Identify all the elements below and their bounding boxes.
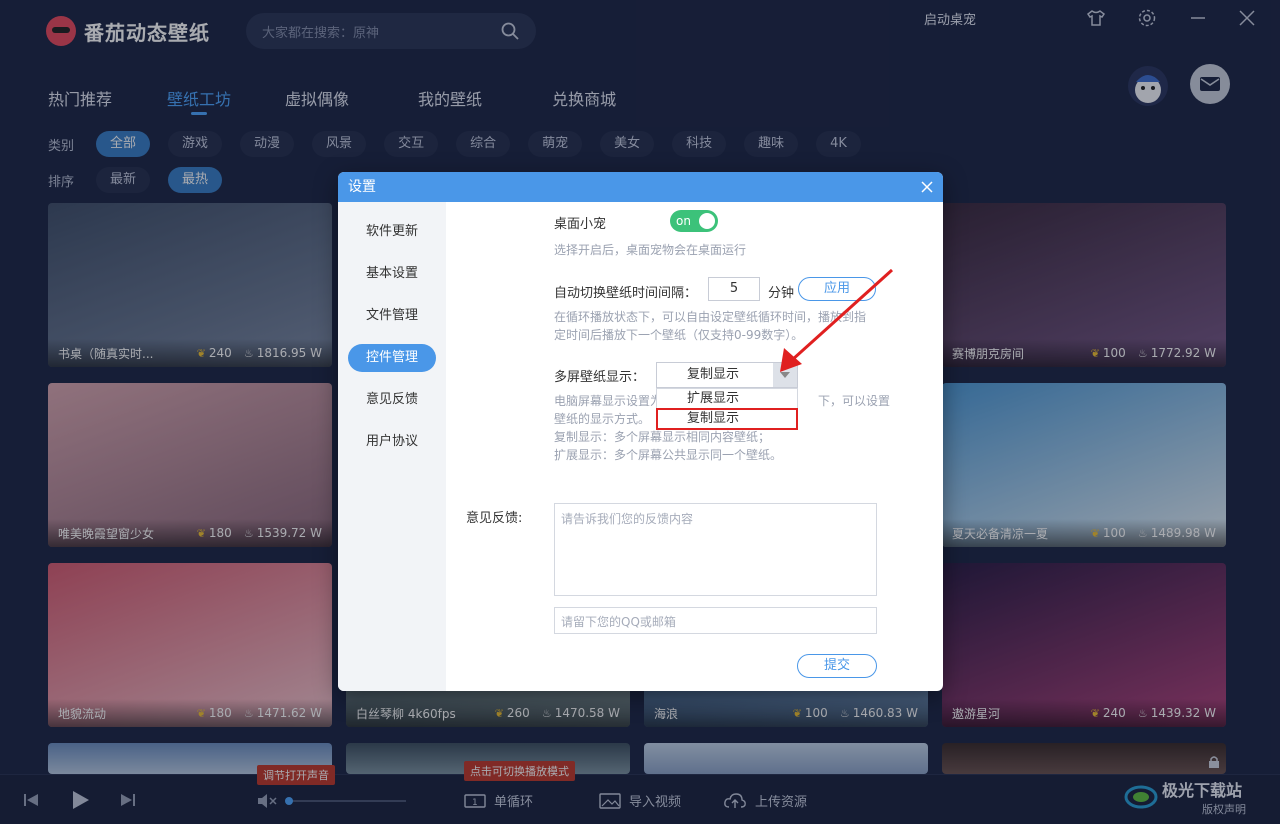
dialog-header: 设置 [338,172,943,202]
menu-user-agreement[interactable]: 用户协议 [348,428,436,456]
desk-pet-hint: 选择开启后，桌面宠物会在桌面运行 [554,243,747,257]
multiscreen-hint-3: 复制显示：多个屏幕显示相同内容壁纸； [554,430,771,444]
option-extend[interactable]: 扩展显示 [657,389,797,409]
dialog-close-icon[interactable] [919,179,935,195]
multiscreen-dropdown: 扩展显示 复制显示 [656,388,798,430]
settings-menu: 软件更新 基本设置 文件管理 控件管理 意见反馈 用户协议 [338,202,446,691]
menu-basic-settings[interactable]: 基本设置 [348,260,436,288]
dialog-title: 设置 [348,179,376,195]
menu-software-update[interactable]: 软件更新 [348,218,436,246]
interval-hint-2: 定时间后播放下一个壁纸（仅支持0-99数字）。 [554,328,804,342]
multiscreen-hint-2: 壁纸的显示方式。 [554,412,651,426]
desk-pet-label: 桌面小宠 [554,217,607,232]
multiscreen-hint-4: 扩展显示：多个屏幕公共显示同一个壁纸。 [554,448,783,462]
multiscreen-label: 多屏壁纸显示： [554,370,646,385]
option-duplicate[interactable]: 复制显示 [656,408,798,430]
interval-input[interactable]: 5 [708,277,760,301]
contact-input[interactable]: 请留下您的QQ或邮箱 [554,607,877,634]
multiscreen-selected: 复制显示 [687,367,740,382]
menu-widget-management[interactable]: 控件管理 [348,344,436,372]
feedback-textarea[interactable]: 请告诉我们您的反馈内容 [554,503,877,596]
feedback-label: 意见反馈: [466,511,523,526]
settings-dialog: 设置 软件更新 基本设置 文件管理 控件管理 意见反馈 用户协议 桌面小宠 on… [338,172,943,691]
annotation-arrow-icon [780,268,894,372]
multiscreen-hint-1: 电脑屏幕显示设置为 [554,394,663,408]
menu-feedback[interactable]: 意见反馈 [348,386,436,414]
desk-pet-toggle[interactable]: on [670,210,718,232]
interval-label: 自动切换壁纸时间间隔： [554,286,698,301]
multiscreen-hint-1b: 下，可以设置 [818,394,891,408]
submit-button[interactable]: 提交 [797,654,877,678]
toggle-state: on [676,214,691,228]
menu-file-management[interactable]: 文件管理 [348,302,436,330]
